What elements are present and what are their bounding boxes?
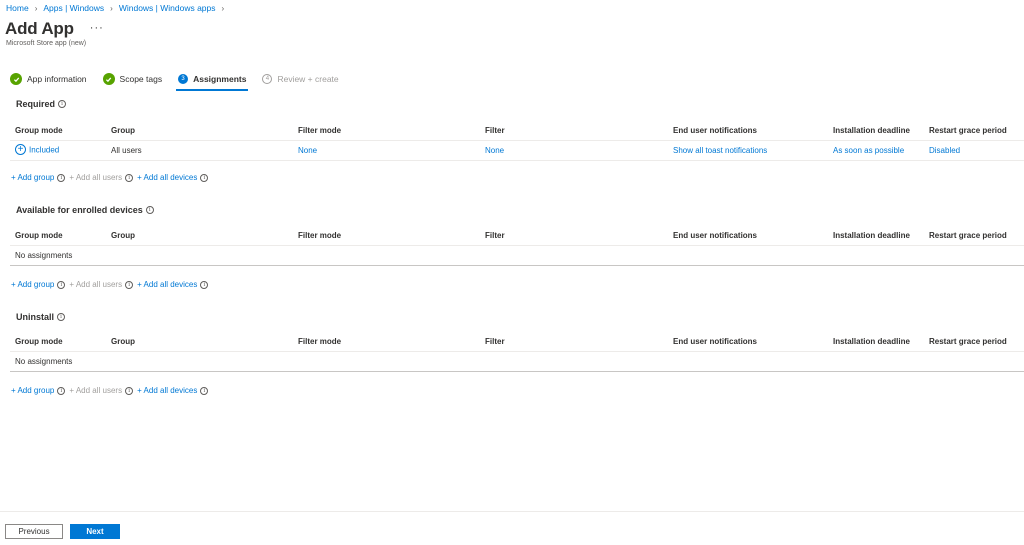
info-icon[interactable]: i <box>125 280 134 289</box>
column-header: End user notifications <box>673 126 758 135</box>
column-header: Filter <box>485 126 505 135</box>
notifications-link[interactable]: Show all toast notifications <box>673 146 767 155</box>
page-subtitle: Microsoft Store app (new) <box>6 40 87 47</box>
step-label: Review + create <box>277 74 339 84</box>
step-app-information[interactable]: App information <box>10 70 87 88</box>
step-label: Assignments <box>193 74 247 84</box>
uninstall-add-links: + Add group i + Add all users i + Add al… <box>11 386 212 395</box>
step-label: App information <box>27 74 87 84</box>
column-header: Group <box>111 337 135 346</box>
table-header: Group mode Group Filter mode Filter End … <box>10 332 1024 352</box>
add-all-users-link: + Add all users <box>69 386 123 395</box>
column-header: End user notifications <box>673 231 758 240</box>
column-header: Restart grace period <box>929 337 1007 346</box>
checkmark-icon <box>102 73 115 85</box>
more-options-icon[interactable]: ··· <box>90 22 104 34</box>
table-row: + Included All users None None Show all t… <box>10 141 1024 161</box>
chevron-right-icon: › <box>110 3 113 13</box>
table-header: Group mode Group Filter mode Filter End … <box>10 226 1024 246</box>
group-mode-value: Included <box>29 145 60 155</box>
column-header: Filter mode <box>298 126 342 135</box>
available-grid: Group mode Group Filter mode Filter End … <box>10 226 1024 266</box>
required-add-links: + Add group i + Add all users i + Add al… <box>11 173 212 182</box>
column-header: Installation deadline <box>833 231 910 240</box>
next-button[interactable]: Next <box>70 524 120 539</box>
filter-link[interactable]: None <box>485 146 504 155</box>
column-header: Group <box>111 126 135 135</box>
section-title-available: Available for enrolled devices i <box>16 205 154 215</box>
group-cell: All users <box>111 146 142 155</box>
chevron-right-icon: › <box>221 3 225 13</box>
group-mode-cell[interactable]: + Included <box>15 144 60 156</box>
info-icon[interactable]: i <box>57 280 66 289</box>
chevron-right-icon: › <box>34 3 38 13</box>
add-group-link[interactable]: + Add group <box>11 386 54 395</box>
add-all-users-link: + Add all users <box>69 173 123 182</box>
breadcrumb: Home › Apps | Windows › Windows | Window… <box>6 3 230 13</box>
column-header: Filter mode <box>298 337 342 346</box>
no-assignments-text: No assignments <box>15 251 73 260</box>
info-icon[interactable]: i <box>200 173 209 182</box>
breadcrumb-windows-apps[interactable]: Windows | Windows apps <box>119 3 216 13</box>
breadcrumb-home[interactable]: Home <box>6 3 29 13</box>
title-row: Add App ··· <box>5 19 104 39</box>
info-icon[interactable]: i <box>200 280 209 289</box>
info-icon[interactable]: i <box>200 386 209 395</box>
column-header: Filter <box>485 337 505 346</box>
section-title-text: Uninstall <box>16 312 55 322</box>
empty-row: No assignments <box>10 246 1024 266</box>
step-number-badge: 3 <box>178 74 189 84</box>
wizard-steps: App information Scope tags 3 Assignments… <box>10 70 355 91</box>
section-title-text: Available for enrolled devices <box>16 205 143 215</box>
add-all-devices-link[interactable]: + Add all devices <box>137 173 197 182</box>
filter-mode-link[interactable]: None <box>298 146 317 155</box>
add-circle-icon: + <box>15 144 26 155</box>
info-icon[interactable]: i <box>57 313 66 321</box>
add-group-link[interactable]: + Add group <box>11 173 54 182</box>
uninstall-grid: Group mode Group Filter mode Filter End … <box>10 332 1024 372</box>
column-header: Installation deadline <box>833 126 910 135</box>
column-header: Filter <box>485 231 505 240</box>
step-review-create: 4 Review + create <box>262 70 339 88</box>
step-scope-tags[interactable]: Scope tags <box>102 70 163 88</box>
page-title: Add App <box>5 19 74 38</box>
empty-row: No assignments <box>10 352 1024 372</box>
add-all-users-link: + Add all users <box>69 280 123 289</box>
breadcrumb-apps-windows[interactable]: Apps | Windows <box>43 3 104 13</box>
step-assignments[interactable]: 3 Assignments <box>176 70 249 91</box>
section-title-uninstall: Uninstall i <box>16 312 66 322</box>
info-icon[interactable]: i <box>57 173 66 182</box>
restart-grace-link[interactable]: Disabled <box>929 146 960 155</box>
step-label: Scope tags <box>119 74 163 84</box>
column-header: Installation deadline <box>833 337 910 346</box>
info-icon[interactable]: i <box>145 206 154 214</box>
section-title-required: Required i <box>16 99 67 109</box>
section-title-text: Required <box>16 99 56 109</box>
table-header: Group mode Group Filter mode Filter End … <box>10 121 1024 141</box>
info-icon[interactable]: i <box>125 173 134 182</box>
column-header: End user notifications <box>673 337 758 346</box>
column-header: Group mode <box>15 126 63 135</box>
column-header: Restart grace period <box>929 126 1007 135</box>
add-all-devices-link[interactable]: + Add all devices <box>137 280 197 289</box>
column-header: Filter mode <box>298 231 342 240</box>
deadline-link[interactable]: As soon as possible <box>833 146 904 155</box>
footer-divider <box>0 511 1024 512</box>
info-icon[interactable]: i <box>57 386 66 395</box>
add-group-link[interactable]: + Add group <box>11 280 54 289</box>
info-icon[interactable]: i <box>125 386 134 395</box>
add-all-devices-link[interactable]: + Add all devices <box>137 386 197 395</box>
column-header: Group mode <box>15 337 63 346</box>
column-header: Restart grace period <box>929 231 1007 240</box>
available-add-links: + Add group i + Add all users i + Add al… <box>11 280 212 289</box>
no-assignments-text: No assignments <box>15 357 73 366</box>
step-number-badge: 4 <box>262 74 273 84</box>
column-header: Group mode <box>15 231 63 240</box>
info-icon[interactable]: i <box>58 100 67 108</box>
column-header: Group <box>111 231 135 240</box>
previous-button[interactable]: Previous <box>5 524 63 539</box>
required-grid: Group mode Group Filter mode Filter End … <box>10 121 1024 161</box>
checkmark-icon <box>10 73 22 85</box>
